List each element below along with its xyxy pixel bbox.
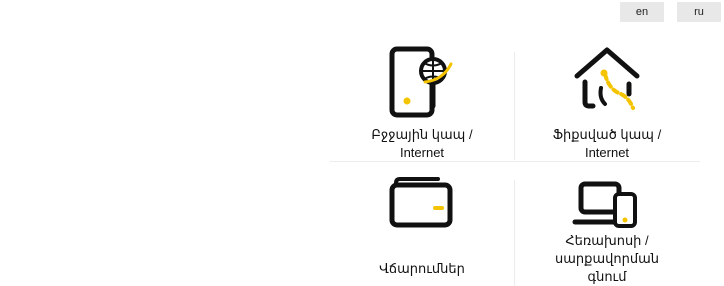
tile-label: Ֆիքսված կապ / Internet	[552, 127, 662, 160]
tile-label: Բջջային կապ / Internet	[371, 127, 473, 160]
tile-mobile-internet[interactable]: Բջջային կապ / Internet	[330, 40, 514, 161]
home-router-icon	[571, 44, 643, 121]
services-grid: Բջջային կապ / Internet Ֆիքսված կապ / Int…	[330, 40, 700, 286]
wallet-icon	[386, 175, 458, 236]
devices-icon	[571, 180, 643, 235]
tile-payments[interactable]: Վճարումներ	[330, 162, 514, 286]
tile-device-purchase[interactable]: Հեռախոսի / սարքավորման գնում	[515, 162, 699, 286]
tile-label: Հեռախոսի / սարքավորման գնում	[555, 233, 659, 284]
mobile-phone-globe-icon	[387, 46, 457, 123]
tile-label: Վճարումներ	[379, 261, 465, 276]
language-en-button[interactable]: en	[620, 2, 664, 22]
tile-fixed-internet[interactable]: Ֆիքսված կապ / Internet	[515, 40, 699, 161]
language-ru-button[interactable]: ru	[677, 2, 721, 22]
